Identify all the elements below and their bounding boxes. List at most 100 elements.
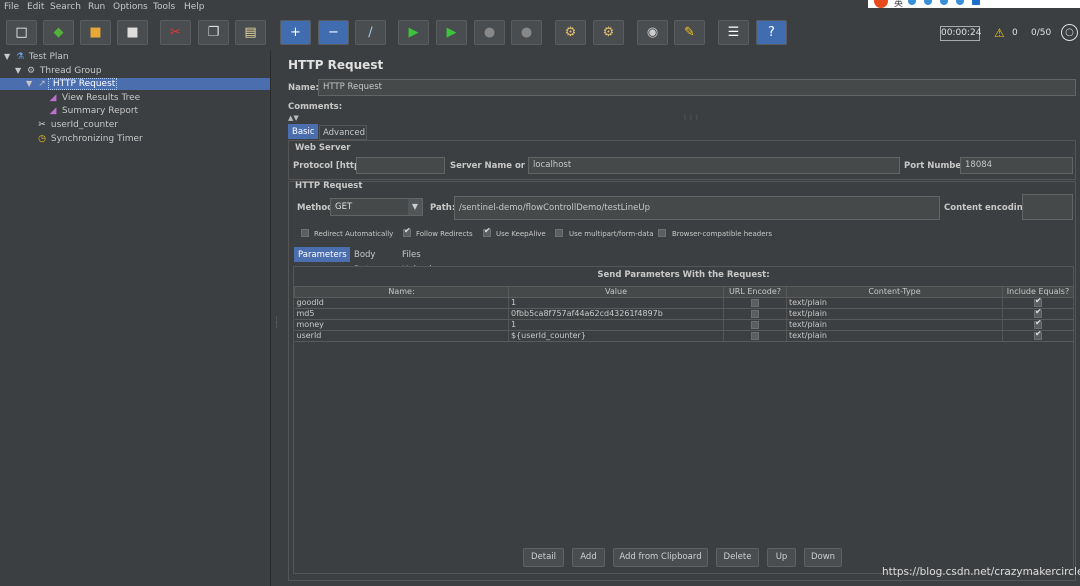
menu-search[interactable]: Search <box>50 2 81 12</box>
up-button[interactable]: Up <box>767 548 796 567</box>
stop-button[interactable]: ● <box>474 20 505 45</box>
templates-button[interactable]: ◆ <box>43 20 74 45</box>
content-encoding-field[interactable] <box>1022 194 1073 220</box>
clear-all-button[interactable]: ⚙ <box>593 20 624 45</box>
menu-run[interactable]: Run <box>88 2 105 12</box>
tab-body-data[interactable]: Body Data <box>351 248 398 275</box>
param-name-cell[interactable]: md5 <box>294 308 509 320</box>
column-header-include-equals[interactable]: Include Equals? <box>1002 286 1074 298</box>
column-header-name[interactable]: Name: <box>294 286 509 298</box>
tree-node-summary-report[interactable]: ◢ Summary Report <box>37 105 139 117</box>
include-equals-checkbox[interactable] <box>1034 298 1042 307</box>
port-field[interactable]: 18084 <box>960 157 1073 174</box>
warning-icon[interactable]: ⚠ <box>994 26 1005 40</box>
table-row[interactable]: money 1 text/plain <box>294 319 1074 331</box>
include-equals-checkbox[interactable] <box>1034 331 1042 340</box>
use-keepalive-checkbox[interactable] <box>483 226 491 237</box>
url-encode-cell[interactable] <box>723 308 787 320</box>
tree-node-http-request[interactable]: ▼ ↗ HTTP Request <box>0 78 270 91</box>
multipart-checkbox[interactable] <box>555 229 563 237</box>
url-encode-checkbox[interactable] <box>751 320 759 329</box>
content-type-cell[interactable]: text/plain <box>786 297 1003 309</box>
method-select[interactable]: GET ▼ <box>330 198 423 216</box>
column-header-url-encode[interactable]: URL Encode? <box>723 286 787 298</box>
menu-edit[interactable]: Edit <box>27 2 44 12</box>
copy-button[interactable]: ❐ <box>198 20 229 45</box>
param-name-cell[interactable]: money <box>294 319 509 331</box>
menu-file[interactable]: File <box>4 2 19 12</box>
param-value-cell[interactable]: ${userId_counter} <box>508 330 724 342</box>
help-button[interactable]: ? <box>756 20 787 45</box>
content-type-cell[interactable]: text/plain <box>786 330 1003 342</box>
comments-toggle-icon[interactable]: ▲▼ <box>288 114 299 122</box>
search-button[interactable]: ◉ <box>637 20 668 45</box>
include-equals-cell[interactable] <box>1002 308 1074 320</box>
param-value-cell[interactable]: 0fbb5ca8f757af44a62cd43261f4897b <box>508 308 724 320</box>
clear-button[interactable]: ⚙ <box>555 20 586 45</box>
include-equals-cell[interactable] <box>1002 297 1074 309</box>
menu-tools[interactable]: Tools <box>153 2 175 12</box>
save-button[interactable]: ■ <box>117 20 148 45</box>
chevron-down-icon[interactable]: ▼ <box>408 199 422 215</box>
function-helper-button[interactable]: ☰ <box>718 20 749 45</box>
column-header-value[interactable]: Value <box>508 286 724 298</box>
column-header-content-type[interactable]: Content-Type <box>786 286 1003 298</box>
tab-advanced[interactable]: Advanced <box>319 125 367 140</box>
url-encode-checkbox[interactable] <box>751 298 759 307</box>
add-from-clipboard-button[interactable]: Add from Clipboard <box>613 548 708 567</box>
tab-parameters[interactable]: Parameters <box>294 247 350 262</box>
include-equals-cell[interactable] <box>1002 330 1074 342</box>
url-encode-checkbox[interactable] <box>751 309 759 318</box>
detail-button[interactable]: Detail <box>523 548 564 567</box>
tree-node-test-plan[interactable]: ▼ ⚗ Test Plan <box>4 51 69 63</box>
shutdown-button[interactable]: ● <box>511 20 542 45</box>
server-field[interactable]: localhost <box>528 157 900 174</box>
globe-icon[interactable]: ○ <box>1061 24 1078 41</box>
expand-toggle-icon[interactable]: ▼ <box>15 65 25 77</box>
comments-grip-icon[interactable]: ⋮⋮⋮ <box>682 114 700 121</box>
param-value-cell[interactable]: 1 <box>508 297 724 309</box>
start-button[interactable]: ▶ <box>398 20 429 45</box>
tree-node-synchronizing-timer[interactable]: ◷ Synchronizing Timer <box>26 133 143 145</box>
menu-options[interactable]: Options <box>113 2 148 12</box>
tree-node-view-results-tree[interactable]: ◢ View Results Tree <box>37 92 141 104</box>
collapse-button[interactable]: − <box>318 20 349 45</box>
start-no-pause-button[interactable]: ▶ <box>436 20 467 45</box>
delete-button[interactable]: Delete <box>716 548 759 567</box>
url-encode-cell[interactable] <box>723 330 787 342</box>
tab-basic[interactable]: Basic <box>288 124 318 139</box>
expand-button[interactable]: + <box>280 20 311 45</box>
url-encode-cell[interactable] <box>723 319 787 331</box>
content-type-cell[interactable]: text/plain <box>786 308 1003 320</box>
table-row[interactable]: md5 0fbb5ca8f757af44a62cd43261f4897b text/… <box>294 308 1074 320</box>
content-type-cell[interactable]: text/plain <box>786 319 1003 331</box>
param-name-cell[interactable]: goodId <box>294 297 509 309</box>
path-field[interactable]: /sentinel-demo/flowControllDemo/testLine… <box>454 196 940 220</box>
browser-headers-checkbox[interactable] <box>658 229 666 237</box>
include-equals-checkbox[interactable] <box>1034 309 1042 318</box>
cut-button[interactable]: ✂ <box>160 20 191 45</box>
open-button[interactable]: ■ <box>80 20 111 45</box>
table-row[interactable]: userId ${userId_counter} text/plain <box>294 330 1074 342</box>
follow-redirects-checkbox[interactable] <box>403 226 411 237</box>
menu-help[interactable]: Help <box>184 2 205 12</box>
expand-toggle-icon[interactable]: ▼ <box>26 78 36 90</box>
table-row[interactable]: goodId 1 text/plain <box>294 297 1074 309</box>
redirect-auto-checkbox[interactable] <box>301 229 309 237</box>
add-button[interactable]: Add <box>572 548 605 567</box>
include-equals-checkbox[interactable] <box>1034 320 1042 329</box>
url-encode-cell[interactable] <box>723 297 787 309</box>
tree-node-thread-group[interactable]: ▼ ⚙ Thread Group <box>15 65 102 77</box>
include-equals-cell[interactable] <box>1002 319 1074 331</box>
down-button[interactable]: Down <box>804 548 842 567</box>
splitter[interactable]: ⋮ ⋮ <box>272 50 280 586</box>
tree-node-userid-counter[interactable]: ✂ userId_counter <box>26 119 118 131</box>
name-field[interactable]: HTTP Request <box>318 79 1076 96</box>
param-name-cell[interactable]: userId <box>294 330 509 342</box>
expand-toggle-icon[interactable]: ▼ <box>4 51 14 63</box>
param-value-cell[interactable]: 1 <box>508 319 724 331</box>
paste-button[interactable]: ▤ <box>235 20 266 45</box>
new-button[interactable]: □ <box>6 20 37 45</box>
reset-search-button[interactable]: ✎ <box>674 20 705 45</box>
url-encode-checkbox[interactable] <box>751 331 759 340</box>
